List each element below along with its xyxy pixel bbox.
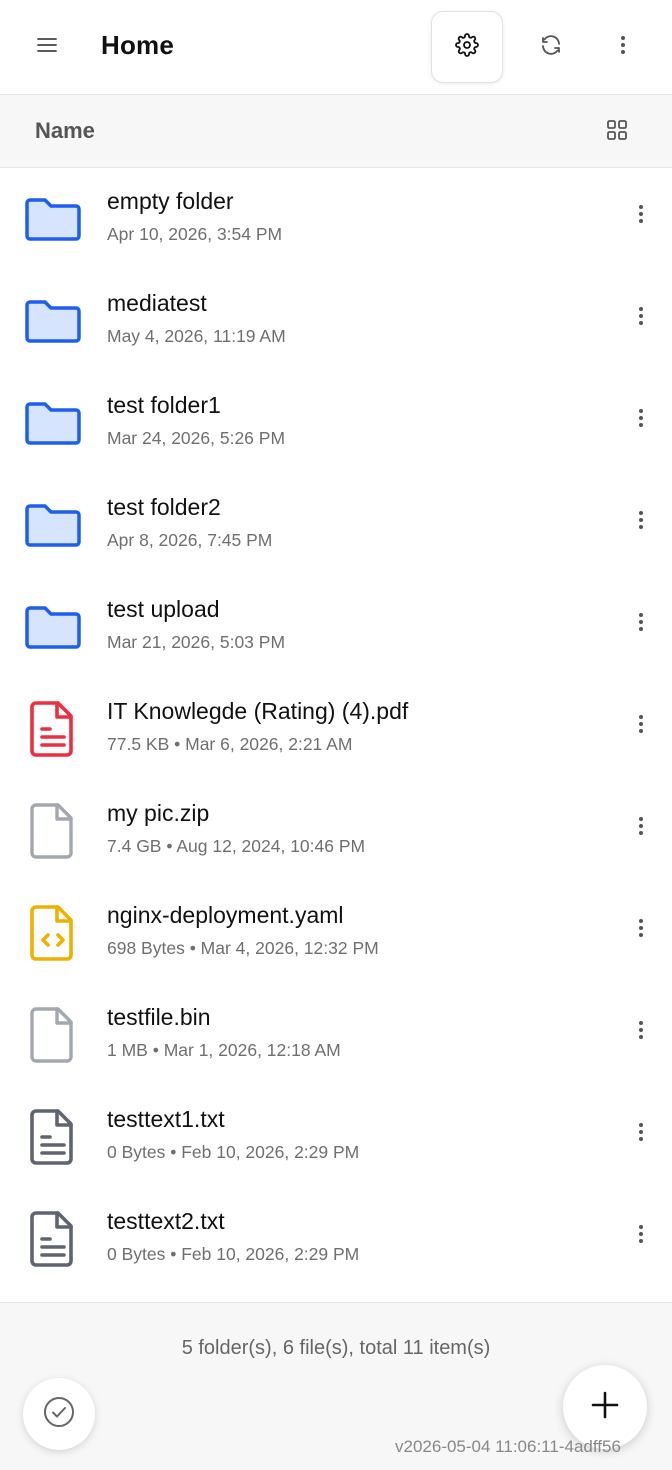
item-name: my pic.zip: [107, 800, 210, 826]
list-item[interactable]: mediatest May 4, 2026, 11:19 AM: [0, 270, 672, 372]
grid-view-icon: [606, 119, 628, 146]
sort-bar: Name: [0, 95, 672, 168]
list-item[interactable]: my pic.zip 7.4 GB • Aug 12, 2024, 10:46 P…: [0, 780, 672, 882]
folder-icon: [22, 290, 84, 352]
view-toggle-button[interactable]: [596, 111, 638, 153]
vertical-dots-icon: [638, 204, 644, 229]
gear-icon: [455, 32, 479, 62]
item-name: test upload: [107, 596, 220, 622]
vertical-dots-icon: [638, 510, 644, 535]
page-title: Home: [101, 30, 175, 60]
item-name: test folder1: [107, 392, 221, 418]
item-meta: 7.4 GB • Aug 12, 2024, 10:46 PM: [107, 836, 366, 856]
item-more-button[interactable]: [620, 399, 662, 441]
select-mode-button[interactable]: [23, 1378, 95, 1450]
code-file-icon: [22, 902, 84, 964]
app-header: Home: [0, 0, 672, 95]
vertical-dots-icon: [638, 408, 644, 433]
item-meta: 77.5 KB • Mar 6, 2026, 2:21 AM: [107, 734, 353, 754]
item-summary: 5 folder(s), 6 file(s), total 11 item(s): [181, 1337, 491, 1359]
item-name: testtext1.txt: [107, 1106, 225, 1132]
item-more-button[interactable]: [620, 1113, 662, 1155]
item-name: testfile.bin: [107, 1004, 211, 1030]
item-meta: 698 Bytes • Mar 4, 2026, 12:32 PM: [107, 938, 379, 958]
item-meta: 0 Bytes • Feb 10, 2026, 2:29 PM: [107, 1244, 360, 1264]
file-list: empty folder Apr 10, 2026, 3:54 PM mediate…: [0, 168, 672, 1290]
item-more-button[interactable]: [620, 1215, 662, 1257]
item-meta: Apr 10, 2026, 3:54 PM: [107, 224, 283, 244]
item-meta: 0 Bytes • Feb 10, 2026, 2:29 PM: [107, 1142, 360, 1162]
generic-file-icon: [22, 800, 84, 862]
list-item[interactable]: test folder1 Mar 24, 2026, 5:26 PM: [0, 372, 672, 474]
item-more-button[interactable]: [620, 807, 662, 849]
item-name: empty folder: [107, 188, 234, 214]
refresh-icon: [539, 33, 563, 62]
vertical-dots-icon: [638, 1224, 644, 1249]
item-more-button[interactable]: [620, 909, 662, 951]
text-file-icon: [22, 1208, 84, 1270]
folder-icon: [22, 596, 84, 658]
pdf-file-icon: [22, 698, 84, 760]
list-item[interactable]: testtext1.txt 0 Bytes • Feb 10, 2026, 2:2…: [0, 1086, 672, 1188]
item-meta: 1 MB • Mar 1, 2026, 12:18 AM: [107, 1040, 341, 1060]
hamburger-menu-icon: [37, 37, 57, 58]
vertical-dots-icon: [638, 306, 644, 331]
more-options-button[interactable]: [598, 22, 648, 72]
sort-by-name-button[interactable]: Name: [35, 118, 95, 144]
settings-button[interactable]: [431, 11, 503, 83]
version-label: v2026-05-04 11:06:11-4adff56: [395, 1437, 621, 1456]
vertical-dots-icon: [638, 612, 644, 637]
plus-icon: [590, 1390, 620, 1425]
folder-icon: [22, 392, 84, 454]
list-item[interactable]: testtext2.txt 0 Bytes • Feb 10, 2026, 2:2…: [0, 1188, 672, 1290]
item-name: mediatest: [107, 290, 207, 316]
item-meta: Mar 21, 2026, 5:03 PM: [107, 632, 286, 652]
vertical-dots-icon: [638, 816, 644, 841]
item-more-button[interactable]: [620, 603, 662, 645]
list-item[interactable]: test upload Mar 21, 2026, 5:03 PM: [0, 576, 672, 678]
list-item[interactable]: IT Knowlegde (Rating) (4).pdf 77.5 KB • M…: [0, 678, 672, 780]
item-more-button[interactable]: [620, 705, 662, 747]
footer: 5 folder(s), 6 file(s), total 11 item(s)…: [0, 1302, 672, 1470]
generic-file-icon: [22, 1004, 84, 1066]
text-file-icon: [22, 1106, 84, 1168]
item-meta: Apr 8, 2026, 7:45 PM: [107, 530, 273, 550]
vertical-dots-icon: [638, 918, 644, 943]
item-meta: Mar 24, 2026, 5:26 PM: [107, 428, 286, 448]
list-item[interactable]: test folder2 Apr 8, 2026, 7:45 PM: [0, 474, 672, 576]
item-name: nginx-deployment.yaml: [107, 902, 344, 928]
item-more-button[interactable]: [620, 297, 662, 339]
list-item[interactable]: empty folder Apr 10, 2026, 3:54 PM: [0, 168, 672, 270]
vertical-dots-icon: [638, 1122, 644, 1147]
menu-button[interactable]: [22, 22, 72, 72]
folder-icon: [22, 188, 84, 250]
item-more-button[interactable]: [620, 1011, 662, 1053]
folder-icon: [22, 494, 84, 556]
vertical-dots-icon: [620, 35, 626, 60]
refresh-button[interactable]: [526, 22, 576, 72]
item-meta: May 4, 2026, 11:19 AM: [107, 326, 286, 346]
item-more-button[interactable]: [620, 501, 662, 543]
check-circle-icon: [42, 1395, 76, 1434]
list-item[interactable]: testfile.bin 1 MB • Mar 1, 2026, 12:18 AM: [0, 984, 672, 1086]
item-more-button[interactable]: [620, 195, 662, 237]
item-name: test folder2: [107, 494, 221, 520]
vertical-dots-icon: [638, 714, 644, 739]
item-name: testtext2.txt: [107, 1208, 225, 1234]
list-item[interactable]: nginx-deployment.yaml 698 Bytes • Mar 4, …: [0, 882, 672, 984]
item-name: IT Knowlegde (Rating) (4).pdf: [107, 698, 409, 724]
vertical-dots-icon: [638, 1020, 644, 1045]
